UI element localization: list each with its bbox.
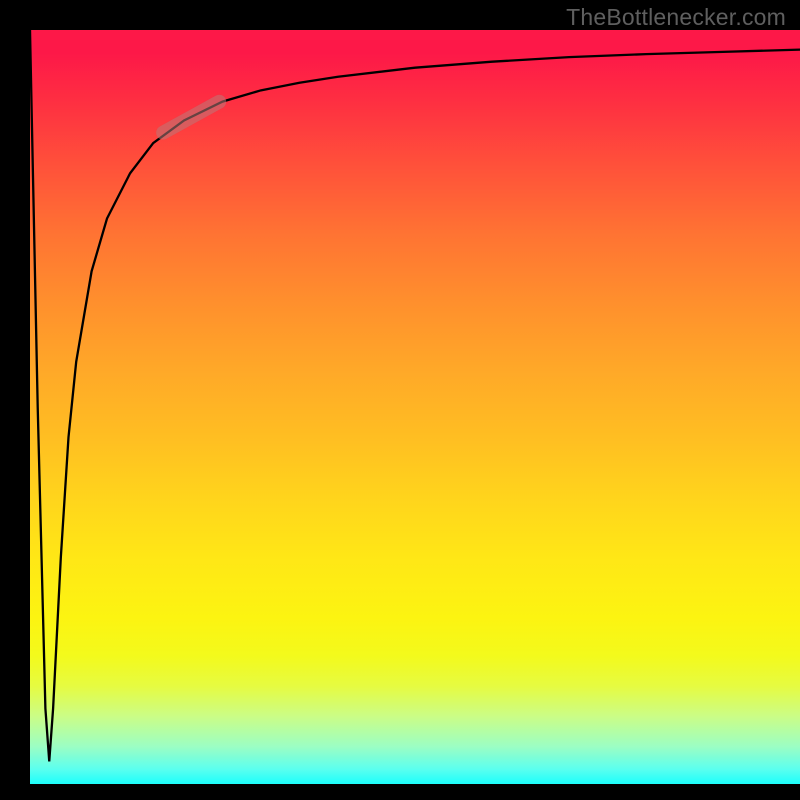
plot-area bbox=[30, 30, 800, 784]
chart-frame: TheBottlenecker.com bbox=[0, 0, 800, 800]
background-gradient bbox=[30, 30, 800, 784]
watermark-text: TheBottlenecker.com bbox=[566, 4, 786, 31]
